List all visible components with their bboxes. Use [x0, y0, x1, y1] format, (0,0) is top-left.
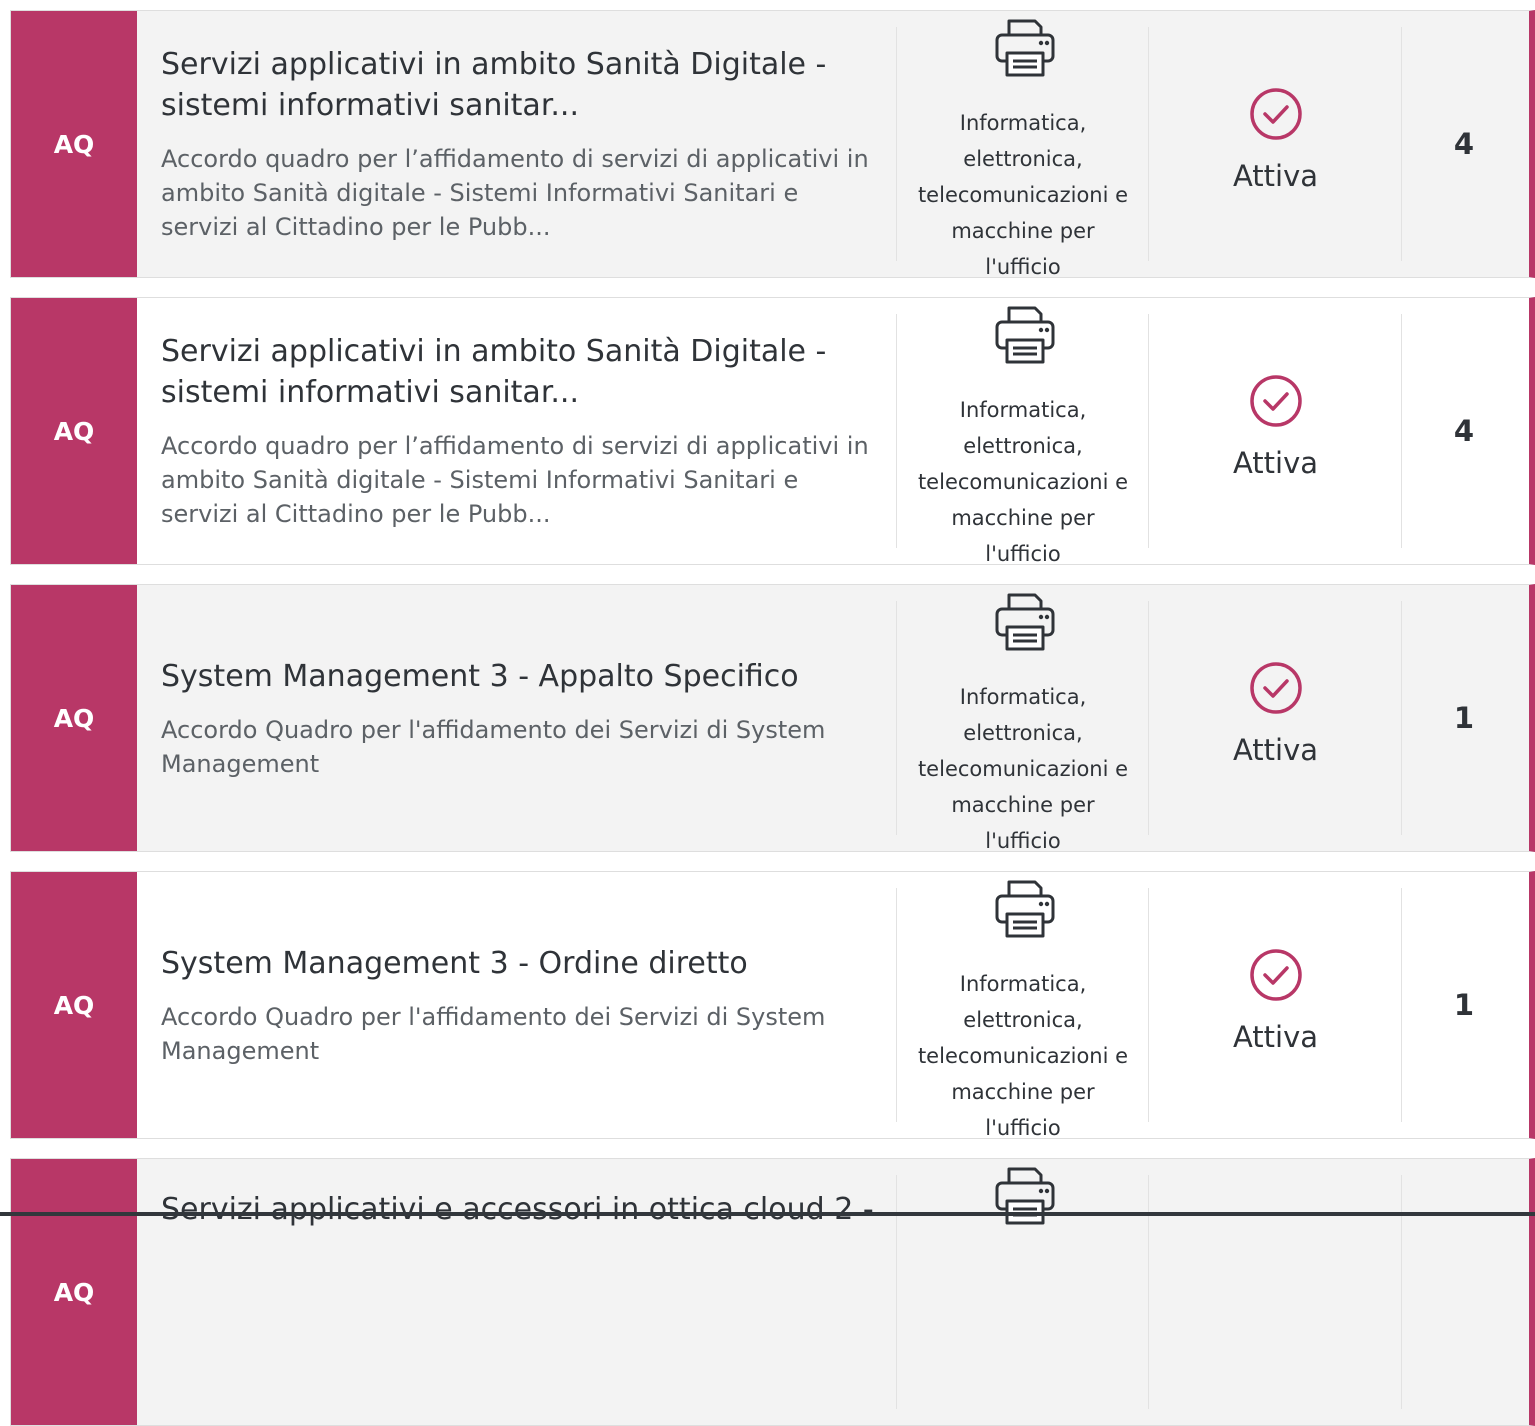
initiative-title-line: System Management 3 - Ordine diretto [161, 945, 748, 981]
initiative-status: Attiva [1149, 585, 1402, 851]
category-label: Informatica, elettronica, telecomunicazion… [897, 105, 1149, 278]
category-label-line: macchine per [951, 1080, 1095, 1104]
initiative-description: Accordo Quadro per l'affidamento dei Ser… [161, 713, 876, 781]
initiative-status: Attiva [1149, 11, 1402, 277]
initiative-category: Informatica, elettronica, telecomunicazion… [897, 872, 1149, 1138]
initiative-status: Attiva [1149, 872, 1402, 1138]
category-label-line: elettronica, [963, 434, 1083, 458]
initiative-count: 4 [1453, 127, 1475, 161]
printer-icon [993, 302, 1057, 366]
category-label-line: Informatica, [959, 398, 1087, 422]
initiative-title-line: System Management 3 - Appalto Specifico [161, 658, 799, 694]
initiative-info: System Management 3 - Appalto Specifico A… [161, 585, 876, 851]
category-label-line: elettronica, [963, 721, 1083, 745]
initiative-type-badge: AQ [11, 585, 137, 851]
category-label-line: Informatica, [959, 685, 1087, 709]
check-circle-icon [1249, 87, 1303, 141]
initiative-count: 4 [1453, 414, 1475, 448]
category-label-line: macchine per [951, 793, 1095, 817]
initiative-count: 1 [1453, 701, 1475, 735]
category-label-line: macchine per [951, 219, 1095, 243]
initiative-description-line: Management [161, 1036, 320, 1065]
category-label-line: Informatica, [959, 111, 1087, 135]
initiative-type-badge: AQ [11, 1159, 137, 1425]
initiative-type-badge: AQ [11, 298, 137, 564]
printer-icon [993, 876, 1057, 940]
initiative-description-line: Accordo quadro per l’affidamento di serv… [161, 145, 869, 173]
category-label-line: elettronica, [963, 147, 1083, 171]
initiative-title[interactable]: System Management 3 - Ordine diretto [161, 943, 876, 984]
initiative-card[interactable]: AQ System Management 3 - Ordine diretto Ac… [10, 871, 1535, 1139]
check-circle-icon [1249, 661, 1303, 715]
initiative-status: Attiva [1149, 298, 1402, 564]
initiative-description-line: Accordo quadro per l’affidamento di serv… [161, 432, 869, 460]
check-circle-icon [1249, 948, 1303, 1002]
initiative-description-line: servizi al Cittadino per le Pubb... [161, 213, 551, 241]
initiative-title-line: Servizi applicativi in ambito Sanità Dig… [161, 334, 827, 369]
initiative-card[interactable]: AQ System Management 3 - Appalto Specific… [10, 584, 1535, 852]
initiative-info: Servizi applicativi in ambito Sanità Dig… [161, 298, 876, 564]
category-label: Informatica, elettronica, telecomunicazion… [897, 966, 1149, 1139]
initiative-count: 1 [1453, 988, 1475, 1022]
initiative-category: Informatica, elettronica, telecomunicazion… [897, 585, 1149, 851]
category-label-line: macchine per [951, 506, 1095, 530]
category-label: Informatica, elettronica, telecomunicazion… [897, 679, 1149, 852]
category-label-line: telecomunicazioni e [917, 757, 1129, 781]
initiative-category: Informatica, elettronica, telecomunicazion… [897, 11, 1149, 277]
initiative-type-badge: AQ [11, 11, 137, 277]
category-label-line: l'ufficio [985, 829, 1061, 852]
initiative-description-line: ambito Sanità digitale - Sistemi Informa… [161, 466, 799, 494]
initiative-description: Accordo quadro per l’affidamento di serv… [161, 142, 876, 244]
category-label-line: telecomunicazioni e [917, 183, 1129, 207]
initiative-description-line: Accordo Quadro per l'affidamento dei Ser… [161, 1002, 826, 1031]
category-label: Informatica, elettronica, telecomunicazion… [897, 392, 1149, 565]
initiative-title-line: Servizi applicativi in ambito Sanità Dig… [161, 47, 827, 82]
initiative-title-line: sistemi informativi sanitar... [161, 375, 580, 410]
initiative-title[interactable]: Servizi applicativi e accessori in ottic… [161, 1189, 876, 1230]
initiative-title[interactable]: Servizi applicativi in ambito Sanità Dig… [161, 44, 876, 126]
initiative-title-line: Servizi applicativi e accessori in ottic… [161, 1192, 874, 1227]
initiative-info: System Management 3 - Ordine diretto Acco… [161, 872, 876, 1138]
initiative-info: Servizi applicativi e accessori in ottic… [161, 1159, 876, 1425]
initiative-type-badge: AQ [11, 872, 137, 1138]
category-label-line: Informatica, [959, 972, 1087, 996]
initiative-card[interactable]: AQ Servizi applicativi e accessori in ott… [10, 1158, 1535, 1426]
status-label: Attiva [1232, 446, 1319, 480]
initiative-card[interactable]: AQ Servizi applicativi in ambito Sanità D… [10, 297, 1535, 565]
printer-icon [993, 1163, 1057, 1227]
initiative-info: Servizi applicativi in ambito Sanità Dig… [161, 11, 876, 277]
initiative-list: AQ Servizi applicativi in ambito Sanità D… [0, 0, 1535, 1426]
initiative-description-line: Management [161, 749, 320, 778]
initiative-category [897, 1159, 1149, 1425]
category-label-line: l'ufficio [985, 542, 1061, 565]
printer-icon [993, 589, 1057, 653]
initiative-description-line: servizi al Cittadino per le Pubb... [161, 500, 551, 528]
initiative-title[interactable]: System Management 3 - Appalto Specifico [161, 656, 876, 697]
initiative-card[interactable]: AQ Servizi applicativi in ambito Sanità D… [10, 10, 1535, 278]
category-label-line: l'ufficio [985, 255, 1061, 278]
initiative-category: Informatica, elettronica, telecomunicazion… [897, 298, 1149, 564]
status-label: Attiva [1232, 159, 1319, 193]
printer-icon [993, 15, 1057, 79]
status-label: Attiva [1232, 1020, 1319, 1054]
initiative-description: Accordo quadro per l’affidamento di serv… [161, 429, 876, 531]
category-label-line: l'ufficio [985, 1116, 1061, 1139]
initiative-description-line: ambito Sanità digitale - Sistemi Informa… [161, 179, 799, 207]
initiative-title-line: sistemi informativi sanitar... [161, 88, 580, 123]
category-label-line: telecomunicazioni e [917, 1044, 1129, 1068]
category-label-line: elettronica, [963, 1008, 1083, 1032]
initiative-description: Accordo Quadro per l'affidamento dei Ser… [161, 1000, 876, 1068]
bottom-divider [0, 1212, 1535, 1216]
initiative-description-line: Accordo Quadro per l'affidamento dei Ser… [161, 715, 826, 744]
category-label-line: telecomunicazioni e [917, 470, 1129, 494]
initiative-title[interactable]: Servizi applicativi in ambito Sanità Dig… [161, 331, 876, 413]
status-label: Attiva [1232, 733, 1319, 767]
check-circle-icon [1249, 374, 1303, 428]
column-divider [1401, 1175, 1402, 1409]
